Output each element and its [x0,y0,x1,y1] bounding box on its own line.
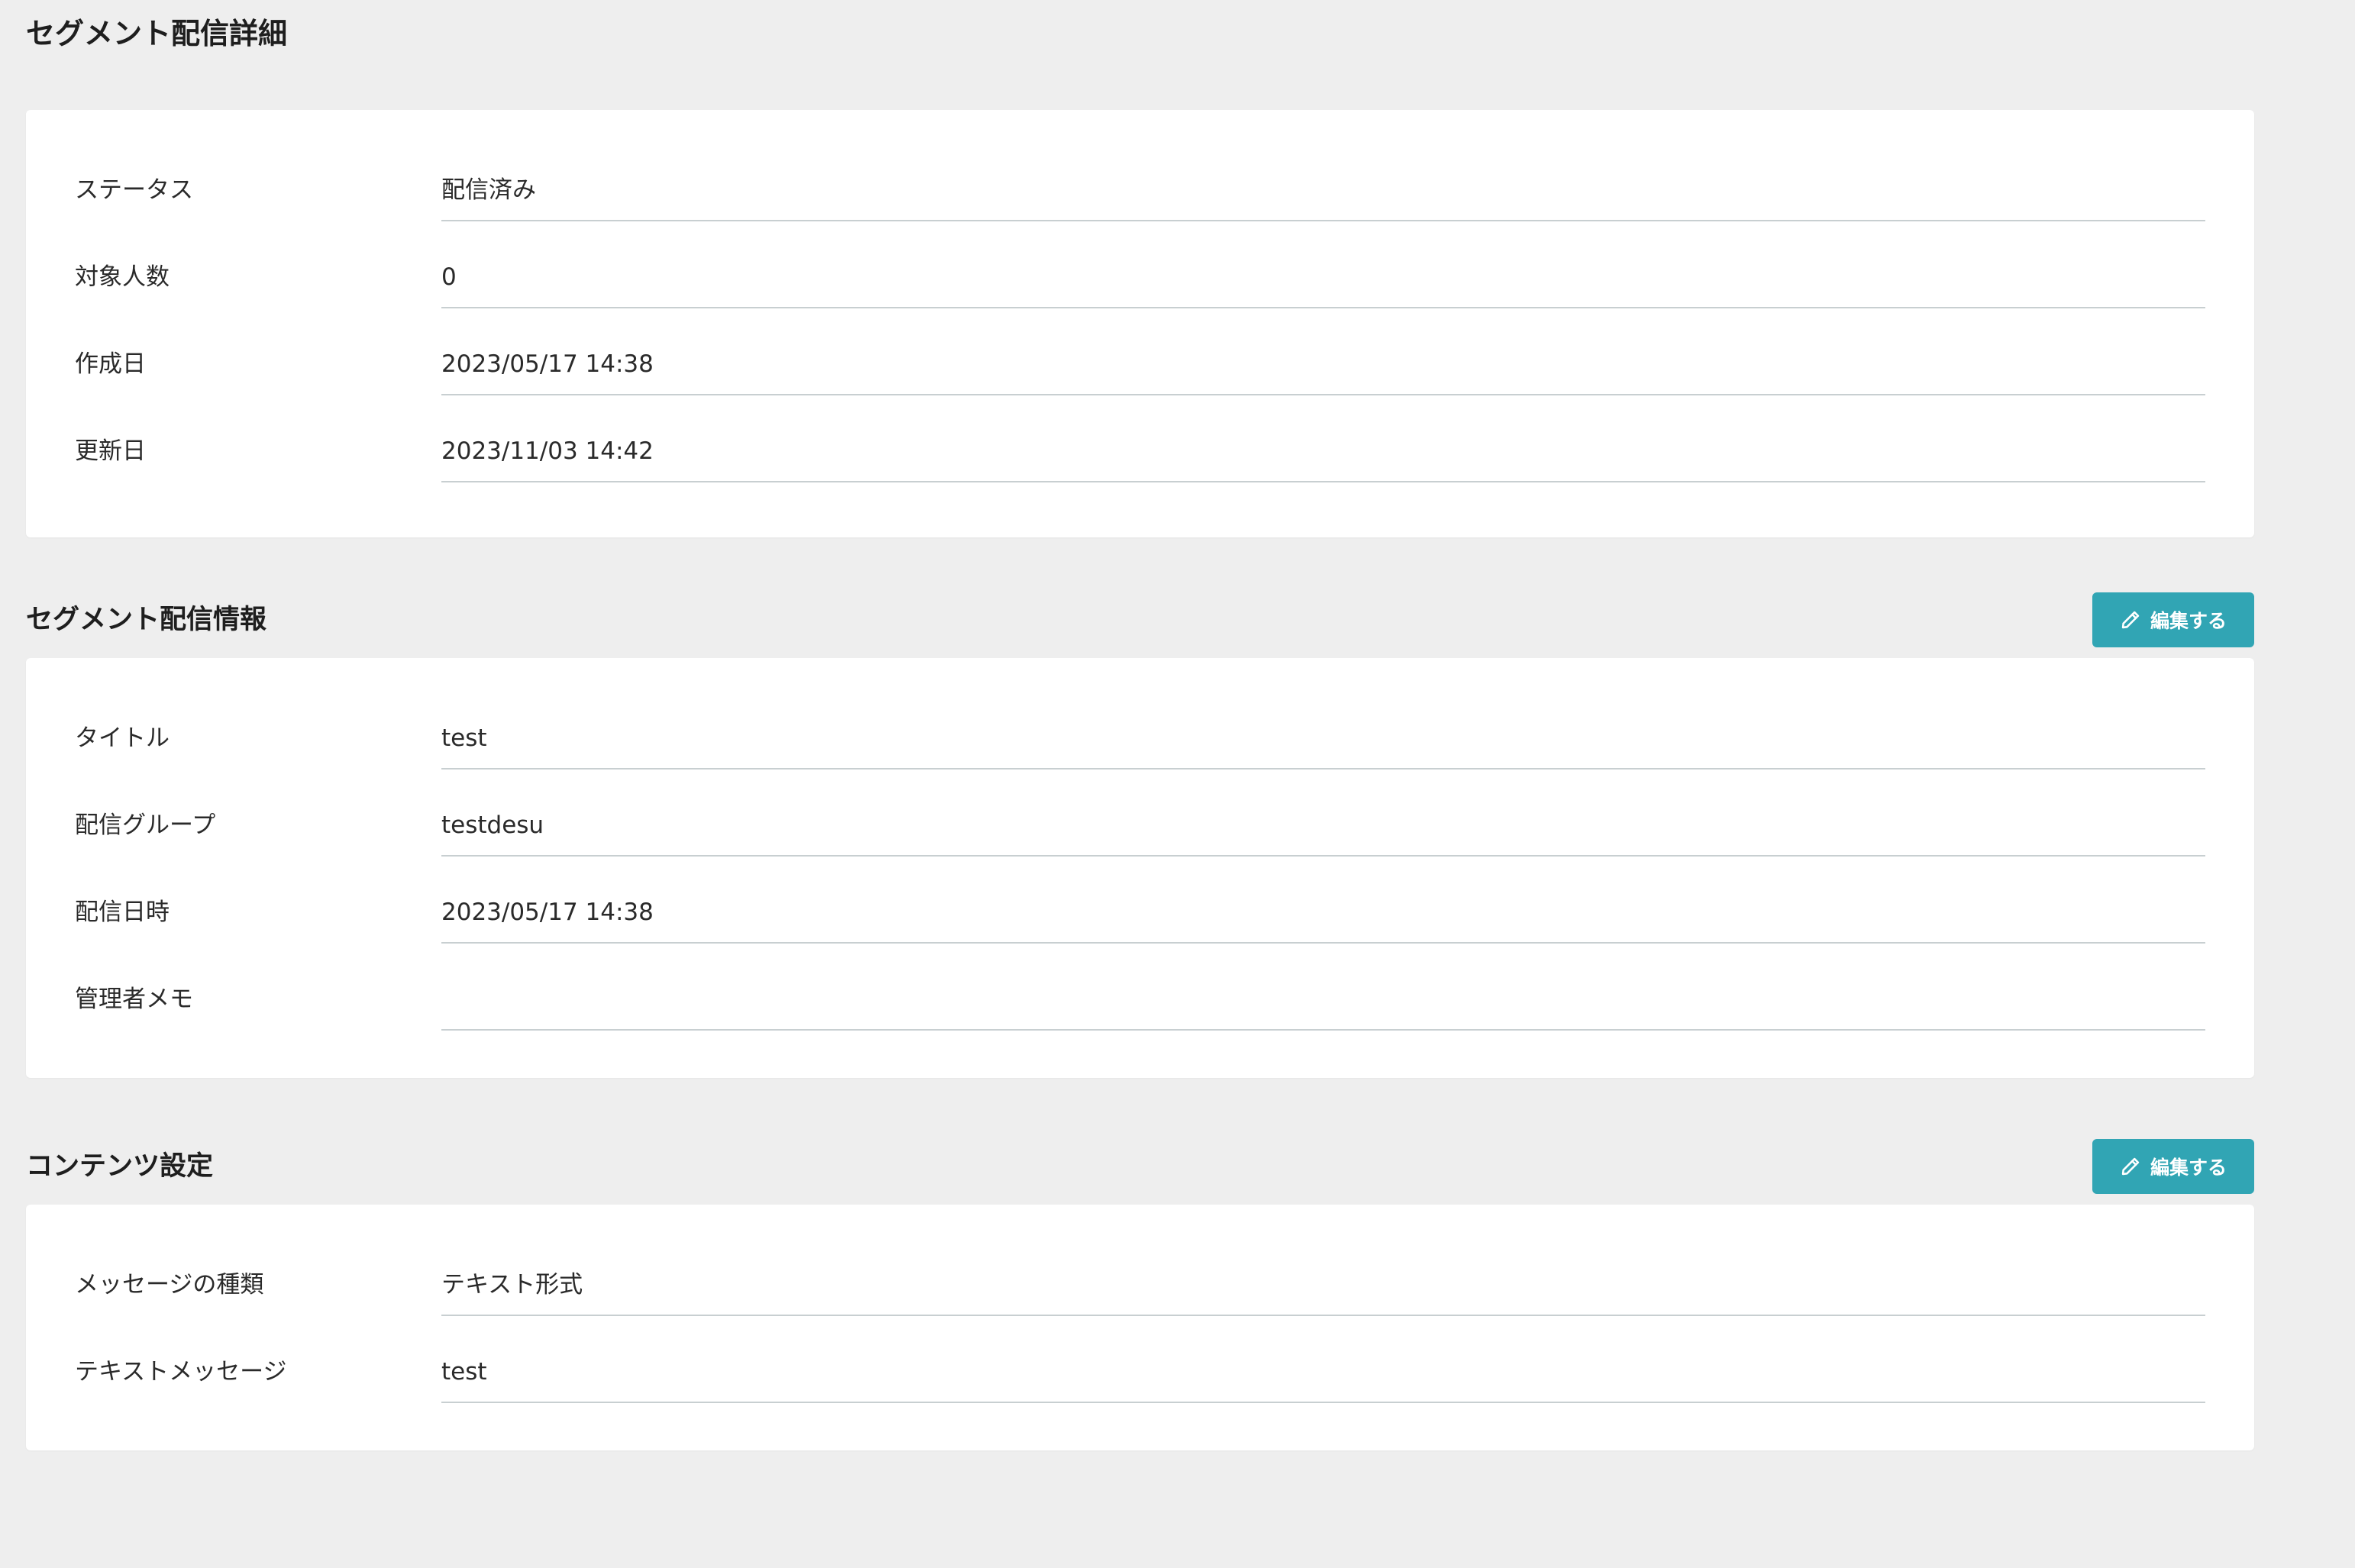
detail-row-admin-memo: 管理者メモ [75,944,2205,1031]
row-value: testdesu [441,811,544,839]
row-label: テキストメッセージ [75,1358,287,1386]
row-value: テキスト形式 [441,1271,583,1299]
detail-row-delivery-group: 配信グループ testdesu [75,769,2205,857]
detail-row-updated: 更新日 2023/11/03 14:42 [75,395,2205,482]
detail-row-target-count: 対象人数 0 [75,221,2205,308]
detail-row-message-type: メッセージの種類 テキスト形式 [75,1229,2205,1316]
row-value: 2023/05/17 14:38 [441,899,654,926]
edit-button-label: 編集する [2150,610,2227,632]
row-label: 作成日 [75,350,146,378]
detail-row-created: 作成日 2023/05/17 14:38 [75,308,2205,395]
page-title: セグメント配信詳細 [26,17,288,50]
pencil-icon [2121,611,2140,629]
row-label: 配信グループ [75,811,216,839]
row-label: 更新日 [75,437,146,465]
delivery-info-card: タイトル test 配信グループ testdesu 配信日時 2023/05/1… [26,658,2254,1078]
content-settings-card: メッセージの種類 テキスト形式 テキストメッセージ test [26,1205,2254,1450]
section-title-content-settings: コンテンツ設定 [26,1151,214,1182]
summary-card: ステータス 配信済み 対象人数 0 作成日 2023/05/17 14:38 更… [26,110,2254,537]
row-value: 2023/05/17 14:38 [441,350,654,378]
edit-content-settings-button[interactable]: 編集する [2092,1139,2254,1194]
row-divider [441,1402,2205,1403]
row-label: ステータス [75,176,193,204]
edit-delivery-info-button[interactable]: 編集する [2092,592,2254,647]
row-label: 対象人数 [75,263,170,291]
row-value: test [441,724,487,752]
row-label: タイトル [75,724,170,752]
row-value: 0 [441,263,457,291]
row-label: 配信日時 [75,899,170,926]
row-value: 配信済み [441,176,536,204]
row-divider [441,481,2205,482]
detail-row-delivery-datetime: 配信日時 2023/05/17 14:38 [75,857,2205,944]
pencil-icon [2121,1157,2140,1176]
detail-row-text-message: テキストメッセージ test [75,1316,2205,1403]
row-value [441,982,2205,1017]
edit-button-label: 編集する [2150,1157,2227,1179]
detail-row-title: タイトル test [75,682,2205,769]
detail-row-status: ステータス 配信済み [75,134,2205,221]
row-value: test [441,1358,487,1386]
row-divider [441,1029,2205,1031]
row-value: 2023/11/03 14:42 [441,437,654,465]
row-label: メッセージの種類 [75,1271,264,1299]
row-label: 管理者メモ [75,986,193,1013]
section-title-delivery-info: セグメント配信情報 [26,605,267,635]
